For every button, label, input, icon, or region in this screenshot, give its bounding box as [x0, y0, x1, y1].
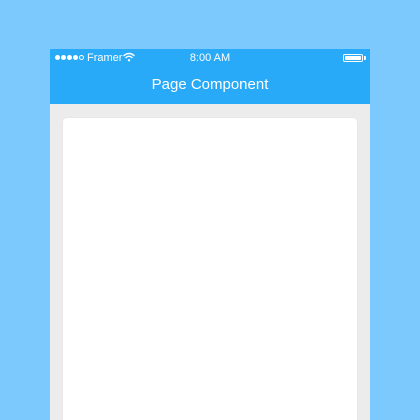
device-screen: Framer 8:00 AM Page Component	[50, 49, 370, 420]
page-title: Page Component	[151, 76, 269, 93]
battery-level	[345, 56, 361, 60]
header-bar: Framer 8:00 AM Page Component	[50, 49, 370, 104]
status-time: 8:00 AM	[189, 52, 231, 64]
status-bar: Framer 8:00 AM	[50, 49, 370, 67]
battery-icon	[343, 54, 363, 62]
battery-cap	[364, 56, 366, 60]
page-card[interactable]	[63, 118, 357, 420]
